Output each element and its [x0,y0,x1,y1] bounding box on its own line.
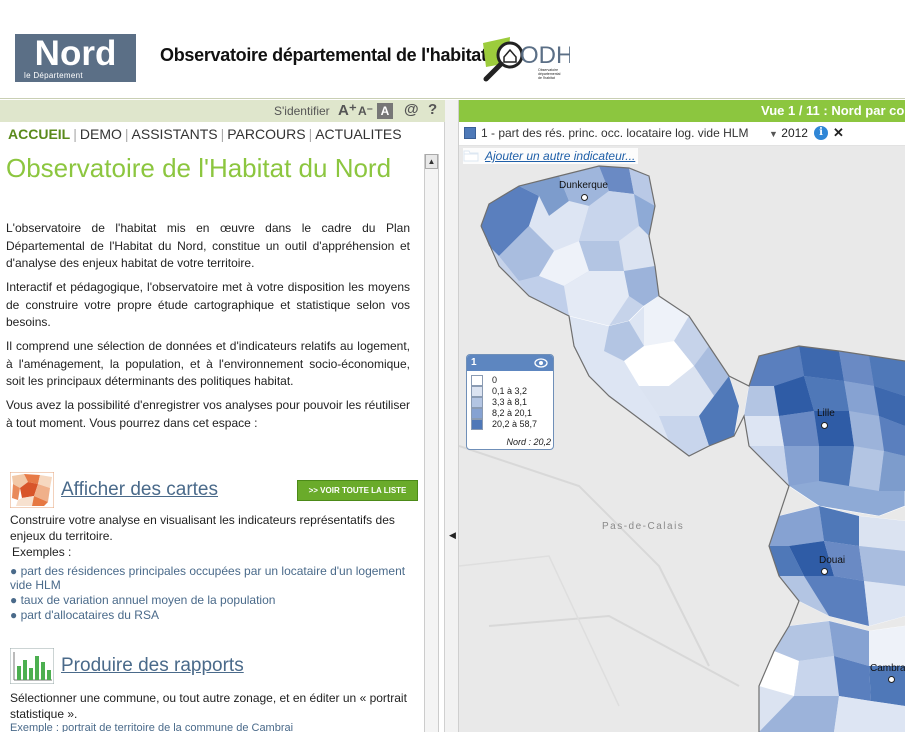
maps-description: Construire votre analyse en visualisant … [10,513,395,543]
legend-class: 8,2 à 20,1 [471,408,553,419]
reports-description: Sélectionner une commune, ou tout autre … [10,691,407,721]
maps-section-title[interactable]: Afficher des cartes [61,479,218,501]
legend-footer: Nord : 20,2 [506,437,551,447]
odh-logo-graphic: ODH Observatoire départemental de l'habi… [483,37,573,82]
collapse-left-arrow-icon[interactable]: ◀ [449,530,456,541]
help-icon[interactable]: ? [428,101,437,118]
nav-item-accueil[interactable]: ACCUEIL [6,126,72,142]
city-label-dunkerque: Dunkerque [559,180,608,191]
legend-swatch [471,375,483,386]
city-marker-douai [821,568,828,575]
nav-item-parcours[interactable]: PARCOURS [225,126,307,142]
main-nav: ACCUEIL | DEMO | ASSISTANTS | PARCOURS | ACTUALI… [6,126,404,142]
city-marker-lille [821,422,828,429]
site-title: Observatoire départemental de l'habitat [160,45,487,65]
view-title-bar: Vue 1 / 11 : Nord par co [459,100,905,122]
contrast-button[interactable]: A [377,103,393,119]
odh-logo: ODH Observatoire départemental de l'habi… [480,33,573,85]
font-increase-button[interactable]: A⁺ [338,101,357,119]
city-label-cambrai: Cambra [870,663,905,674]
page-title: Observatoire de l'Habitat du Nord [6,153,392,183]
legend-class: 0,1 à 3,2 [471,386,553,397]
intro-paragraph: Il comprend une sélection de données et … [6,339,410,388]
legend-swatch [471,397,483,408]
year-dropdown[interactable]: ▼ 2012 [769,126,808,140]
legend-class-label: 0,1 à 3,2 [492,386,528,396]
nord-logo[interactable]: Nord le Département [15,34,136,82]
example-link[interactable]: ● part d'allocataires du RSA [10,608,414,622]
indicator-label[interactable]: 1 - part des rés. princ. occ. locataire … [481,126,748,140]
intro-paragraph: Vous avez la possibilité d'enregistrer v… [6,398,410,430]
left-panel: S'identifier A⁺ A⁻ A @ ? ACCUEIL | DEMO | AS… [0,100,445,732]
legend-class-label: 3,3 à 8,1 [492,397,528,407]
scroll-up-arrow-icon[interactable]: ▲ [425,154,438,169]
legend-class: 20,2 à 58,7 [471,419,553,430]
example-link[interactable]: ● part des résidences principales occupé… [10,564,414,592]
legend-classes: 0 0,1 à 3,2 3,3 à 8,1 8,2 à 20,1 20,2 à … [467,371,553,430]
city-label-lille: Lille [817,408,835,419]
map-legend[interactable]: 1 0 0,1 à 3,2 3,3 à 8,1 8,2 à 20,1 20,2 … [466,354,554,450]
nav-item-demo[interactable]: DEMO [78,126,124,142]
city-marker-dunkerque [581,194,588,201]
nav-item-actualites[interactable]: ACTUALITES [313,126,403,142]
legend-header: 1 [467,355,553,371]
example-link[interactable]: ● taux de variation annuel moyen de la p… [10,593,414,607]
indicator-color-swatch [464,127,476,139]
indicator-bar: 1 - part des rés. princ. occ. locataire … [459,122,905,146]
info-icon[interactable]: i [814,126,828,140]
see-all-list-button[interactable]: >> VOIR TOUTE LA LISTE [297,480,418,501]
examples-label: Exemples : [12,545,72,559]
chevron-down-icon: ▼ [769,129,778,139]
add-indicator-link[interactable]: Ajouter un autre indicateur... [463,148,639,164]
legend-swatch [471,419,483,430]
odh-logo-text: ODH [520,42,570,69]
login-link[interactable]: S'identifier [274,104,330,118]
city-label-douai: Douai [819,555,846,566]
svg-text:de l'habitat: de l'habitat [538,76,555,80]
content-scroll-area[interactable]: Observatoire de l'Habitat du Nord L'obse… [0,152,425,732]
legend-class: 0 [471,375,553,386]
legend-class-label: 8,2 à 20,1 [492,408,533,418]
accessibility-toolbar: S'identifier A⁺ A⁻ A @ ? [0,100,445,122]
legend-class-label: 0 [492,375,498,385]
choropleth-map[interactable]: Dunkerque Lille Douai Cambra Pas-de-Cala… [459,146,905,732]
font-decrease-button[interactable]: A⁻ [358,104,373,118]
city-marker-cambrai [888,676,895,683]
intro-paragraph: L'observatoire de l'habitat mis en œuvre… [6,221,410,270]
report-example-link[interactable]: Exemple : portrait de territoire de la c… [10,722,293,732]
legend-id: 1 [471,357,477,368]
legend-class-label: 20,2 à 58,7 [492,419,538,429]
intro-paragraph: Interactif et pédagogique, l'observatoir… [6,280,410,329]
bar-chart-icon [10,648,54,684]
nord-logo-text: Nord [34,34,117,73]
reports-section-title[interactable]: Produire des rapports [61,655,244,677]
nord-logo-subtext: le Département [24,71,83,80]
app-window: Nord le Département Observatoire départe… [0,0,905,732]
map-panel: Vue 1 / 11 : Nord par co 1 - part des ré… [459,100,905,732]
map-thumbnail-icon [10,472,54,508]
panel-splitter[interactable]: ◀ [445,100,459,732]
eye-icon[interactable] [534,357,548,369]
nav-item-assistants[interactable]: ASSISTANTS [130,126,220,142]
contact-icon[interactable]: @ [404,101,419,118]
legend-swatch [471,408,483,419]
region-label-pas-de-calais: Pas-de-Calais [602,521,685,532]
legend-class: 3,3 à 8,1 [471,397,553,408]
site-header: Nord le Département Observatoire départe… [0,0,905,99]
vertical-scrollbar[interactable]: ▲ [424,154,439,732]
year-value: 2012 [781,126,808,140]
legend-swatch [471,386,483,397]
close-icon[interactable]: ✕ [833,125,844,141]
